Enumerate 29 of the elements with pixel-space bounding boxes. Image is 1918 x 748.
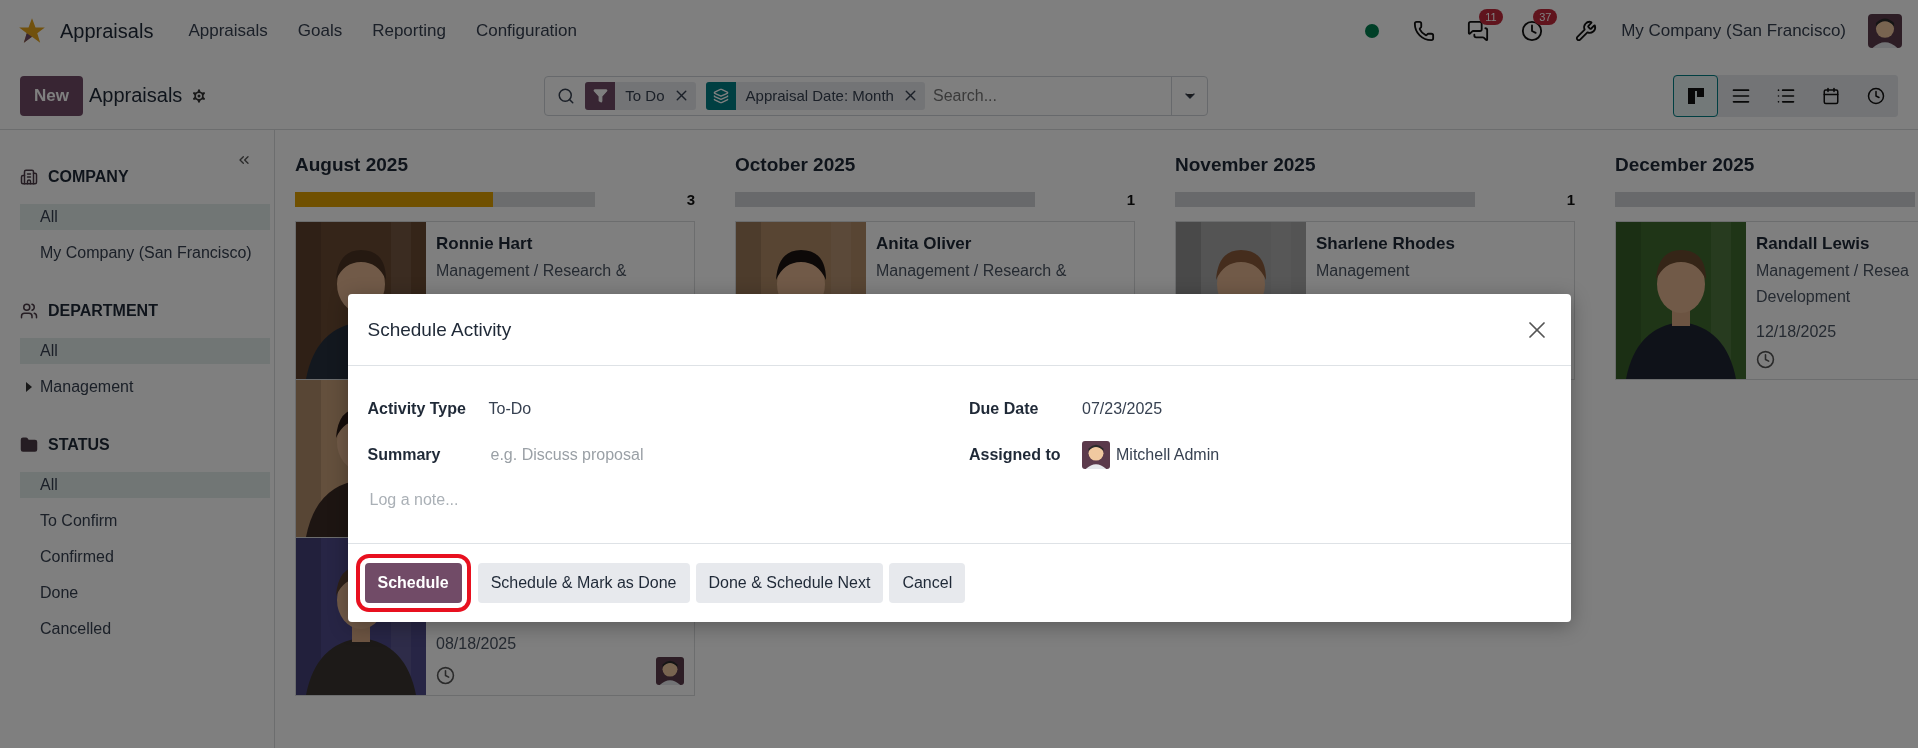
department-text: Management / Resea bbox=[1756, 261, 1910, 281]
dialog-title: Schedule Activity bbox=[367, 318, 512, 341]
message-count: 11 bbox=[1479, 9, 1503, 25]
column-title: November 2025 bbox=[1175, 154, 1317, 177]
employee-name: Anita Oliver bbox=[876, 234, 973, 254]
field-label: Due Date bbox=[969, 400, 1040, 418]
page-title: Appraisals bbox=[88, 84, 183, 107]
field-label: Activity Type bbox=[367, 400, 467, 418]
date-text: 08/18/2025 bbox=[436, 634, 518, 654]
record-count: 3 bbox=[686, 190, 696, 208]
record-count: 1 bbox=[1126, 190, 1136, 208]
section-title: DEPARTMENT bbox=[48, 302, 158, 320]
field-label: Summary bbox=[367, 446, 442, 464]
column-title: August 2025 bbox=[295, 154, 409, 177]
field-label: Assigned to bbox=[969, 446, 1062, 464]
employee-name: Ronnie Hart bbox=[436, 234, 534, 254]
employee-name: Randall Lewis bbox=[1756, 234, 1871, 254]
activity-count: 37 bbox=[1533, 9, 1558, 25]
date-text: 12/18/2025 bbox=[1756, 322, 1838, 342]
column-title: December 2025 bbox=[1615, 154, 1756, 177]
department-text: Management / Research & bbox=[436, 261, 628, 281]
department-text: Management bbox=[1316, 261, 1411, 281]
employee-name: Sharlene Rhodes bbox=[1316, 234, 1456, 254]
department-text: Management / Research & bbox=[876, 261, 1068, 281]
department-text: Development bbox=[1756, 287, 1852, 307]
column-title: October 2025 bbox=[735, 154, 857, 177]
section-title: COMPANY bbox=[48, 168, 129, 186]
section-title: STATUS bbox=[48, 436, 110, 454]
record-count: 1 bbox=[1566, 190, 1576, 208]
